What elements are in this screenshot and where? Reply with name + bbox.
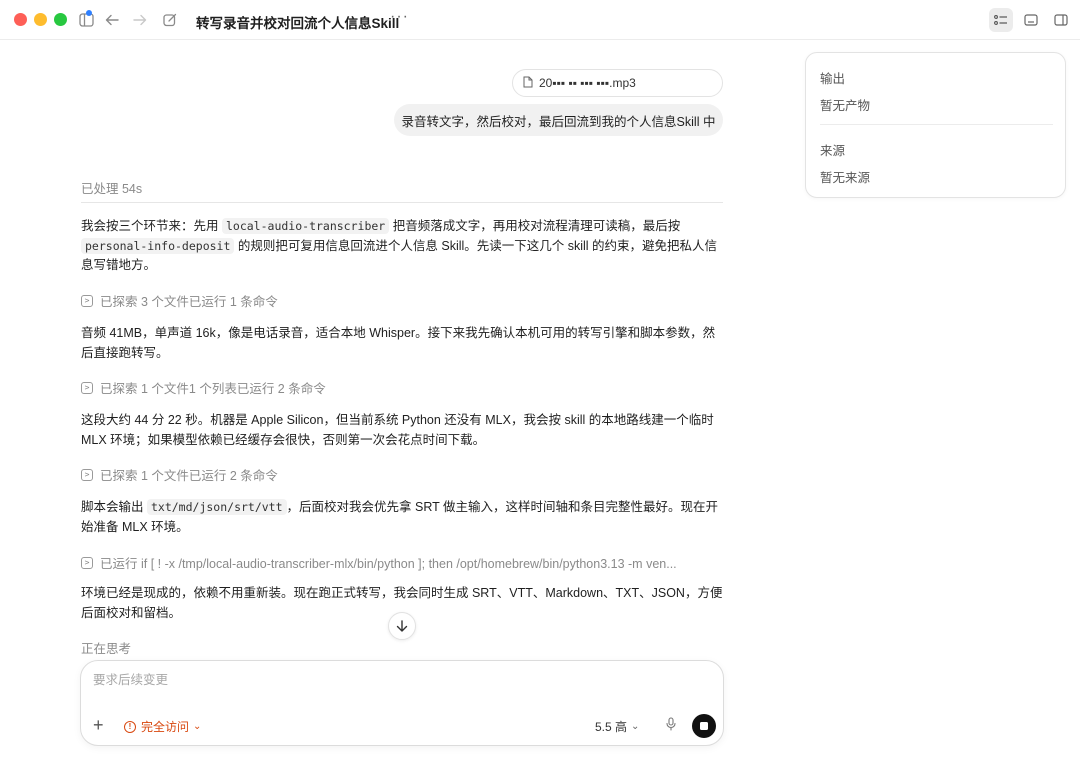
artifacts-panel: 输出 暂无产物 来源 暂无来源 [805,52,1066,198]
activity-summary-3[interactable]: > 已探索 1 个文件已运行 2 条命令 [81,465,723,484]
checklist-panel-icon[interactable] [989,8,1013,32]
inline-code: txt/md/json/srt/vtt [146,499,287,515]
activity-text: 已探索 3 个文件已运行 1 条命令 [100,295,278,309]
conversation-title: 转写录音并校对回流个人信息Skill [196,16,400,31]
user-message-bubble: 录音转文字，然后校对，最后回流到我的个人信息Skill 中 [394,104,723,136]
add-attachment-button[interactable]: + [93,716,104,734]
stop-icon [700,722,708,730]
terminal-icon: > [81,381,93,394]
text-span: 把音频落成文字，再用校对流程清理可读稿，最后按 [389,219,681,233]
composer: + ! 完全访问 ⌄ 5.5 高 ⌄ [80,660,724,746]
thinking-status: 正在思考 [81,642,132,656]
attached-file-name: 20▪▪▪ ▪▪ ▪▪▪ ▪▪▪.mp3 [539,76,636,90]
processed-duration[interactable]: 已处理 54s [81,178,142,197]
scroll-to-bottom-button[interactable] [388,612,416,640]
warning-icon: ! [124,720,136,733]
terminal-icon: > [81,556,93,569]
right-sidebar-icon[interactable] [1049,8,1073,32]
assistant-paragraph-3: 这段大约 44 分 22 秒。机器是 Apple Silicon，但当前系统 P… [81,413,714,447]
stop-generation-button[interactable] [692,714,716,738]
microphone-icon[interactable] [666,717,676,734]
inline-code: local-audio-transcriber [221,218,390,234]
activity-text: 已运行 if [ ! -x /tmp/local-audio-transcrib… [100,557,677,571]
activity-text: 已探索 1 个文件1 个列表已运行 2 条命令 [100,382,326,396]
text-span: 脚本会输出 [81,500,147,514]
output-empty-text: 暂无产物 [820,99,871,113]
chevron-down-icon: ⌄ [631,721,640,732]
assistant-paragraph-1: 我会按三个环节来：先用 local-audio-transcriber 把音频落… [81,217,723,276]
panel-divider [820,124,1053,125]
section-divider [81,202,723,203]
source-heading: 来源 [820,144,846,158]
notification-dot [86,10,92,16]
new-chat-edit-icon[interactable] [160,10,180,30]
activity-text: 已探索 1 个文件已运行 2 条命令 [100,469,278,483]
minimize-window-button[interactable] [34,13,47,26]
chevron-down-icon: ⌄ [193,721,202,732]
message-input[interactable] [93,673,693,687]
activity-summary-4[interactable]: > 已运行 if [ ! -x /tmp/local-audio-transcr… [81,553,723,572]
output-heading: 输出 [820,72,846,86]
arrow-down-icon [396,620,408,632]
assistant-paragraph-2: 音频 41MB，单声道 16k，像是电话录音，适合本地 Whisper。接下来我… [81,326,716,360]
terminal-icon: > [81,468,93,481]
access-mode-label: 完全访问 [141,720,190,734]
attached-file-chip[interactable]: 20▪▪▪ ▪▪ ▪▪▪ ▪▪▪.mp3 [512,69,723,97]
activity-summary-1[interactable]: > 已探索 3 个文件已运行 1 条命令 [81,291,723,310]
text-span: 我会按三个环节来：先用 [81,219,222,233]
zoom-window-button[interactable] [54,13,67,26]
model-label: 5.5 高 [595,720,628,734]
back-arrow-icon[interactable] [102,10,122,30]
terminal-panel-icon[interactable] [1019,8,1043,32]
more-options-button[interactable]: ··· [390,8,409,26]
activity-summary-2[interactable]: > 已探索 1 个文件1 个列表已运行 2 条命令 [81,378,723,397]
app-window: 转写录音并校对回流个人信息Skill ··· 20▪▪▪ ▪▪ ▪▪▪ ▪▪▪.… [0,0,1080,759]
inline-code: personal-info-deposit [81,237,235,254]
forward-arrow-icon[interactable] [130,10,150,30]
file-icon [523,76,533,91]
close-window-button[interactable] [14,13,27,26]
titlebar: 转写录音并校对回流个人信息Skill ··· [0,0,1080,40]
terminal-icon: > [81,294,93,307]
model-selector-button[interactable]: 5.5 高 ⌄ [595,718,639,735]
assistant-paragraph-4: 脚本会输出 txt/md/json/srt/vtt ，后面校对我会优先拿 SRT … [81,498,723,537]
source-empty-text: 暂无来源 [820,171,871,185]
access-mode-button[interactable]: ! 完全访问 ⌄ [124,718,201,735]
